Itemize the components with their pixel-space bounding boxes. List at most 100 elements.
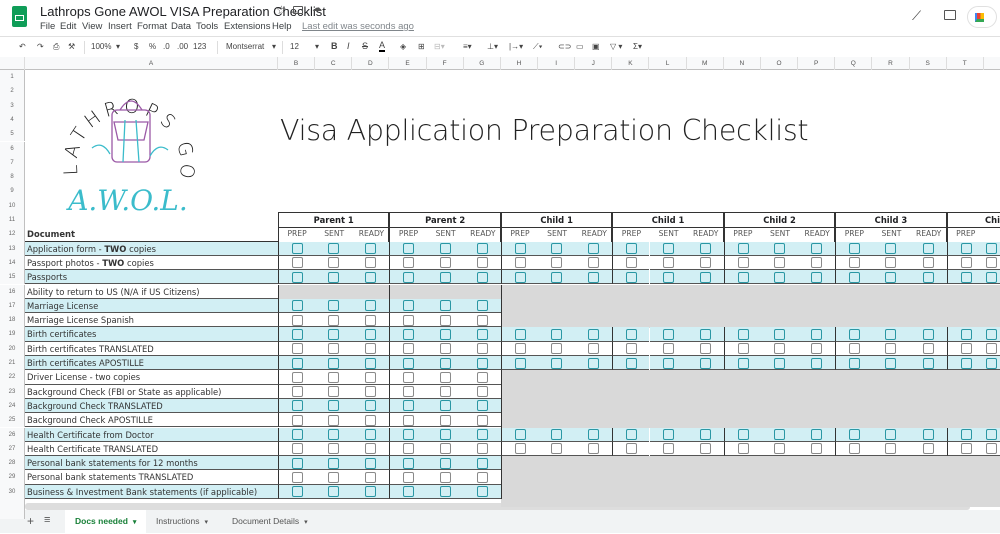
row-header[interactable]: 1 bbox=[0, 70, 25, 85]
checkbox[interactable] bbox=[439, 300, 451, 312]
checkbox[interactable] bbox=[551, 328, 563, 340]
fill-color-icon[interactable]: ◈ bbox=[400, 42, 406, 51]
checkbox[interactable] bbox=[849, 257, 861, 269]
checkbox[interactable] bbox=[551, 443, 563, 455]
checkbox[interactable] bbox=[986, 328, 998, 340]
move-folder-icon[interactable] bbox=[293, 6, 303, 14]
italic-button[interactable]: I bbox=[347, 41, 350, 51]
checkbox[interactable] bbox=[328, 486, 340, 498]
checkbox[interactable] bbox=[986, 429, 998, 440]
checkbox[interactable] bbox=[292, 271, 303, 283]
checkbox[interactable] bbox=[551, 257, 563, 269]
checkbox[interactable] bbox=[476, 429, 488, 440]
column-header-S[interactable]: S bbox=[910, 57, 947, 70]
checkbox[interactable] bbox=[476, 371, 488, 383]
row-header[interactable]: 15 bbox=[0, 270, 25, 285]
checkbox[interactable] bbox=[986, 343, 998, 355]
column-header-C[interactable]: C bbox=[315, 57, 353, 70]
checkbox[interactable] bbox=[365, 443, 377, 455]
checkbox[interactable] bbox=[476, 386, 488, 398]
insert-comment-icon[interactable]: ▭ bbox=[576, 42, 584, 51]
print-icon[interactable]: ⎙ bbox=[53, 42, 59, 52]
checkbox[interactable] bbox=[922, 243, 934, 255]
checkbox[interactable] bbox=[588, 443, 600, 455]
row-header[interactable]: 28 bbox=[0, 456, 25, 471]
currency-button[interactable]: $ bbox=[134, 42, 138, 51]
checkbox[interactable] bbox=[439, 486, 451, 498]
row-header[interactable]: 24 bbox=[0, 398, 25, 414]
last-edit-link[interactable]: Last edit was seconds ago bbox=[302, 21, 414, 32]
checkbox[interactable] bbox=[514, 429, 526, 440]
checkbox[interactable] bbox=[439, 471, 451, 483]
zoom-dropdown-icon[interactable]: ▾ bbox=[116, 42, 120, 51]
checkbox[interactable] bbox=[737, 443, 749, 455]
checkbox[interactable] bbox=[439, 343, 451, 355]
checkbox[interactable] bbox=[439, 328, 451, 340]
checkbox[interactable] bbox=[849, 443, 861, 455]
font-size-select[interactable]: 12 bbox=[290, 42, 299, 51]
document-cell[interactable]: Business & Investment Bank statements (i… bbox=[25, 484, 278, 499]
menu-tools[interactable]: Tools bbox=[196, 21, 218, 32]
checkbox[interactable] bbox=[922, 429, 934, 440]
row-header[interactable]: 20 bbox=[0, 341, 25, 356]
bold-button[interactable]: B bbox=[331, 41, 338, 51]
document-cell[interactable]: Birth certificates bbox=[25, 327, 278, 342]
checkbox[interactable] bbox=[403, 243, 415, 255]
filter-icon[interactable]: ▽ ▾ bbox=[610, 42, 622, 51]
checkbox[interactable] bbox=[662, 343, 674, 355]
checkbox[interactable] bbox=[328, 357, 340, 369]
checkbox[interactable] bbox=[328, 471, 340, 483]
row-header[interactable]: 3 bbox=[0, 98, 25, 113]
checkbox[interactable] bbox=[292, 243, 303, 255]
checkbox[interactable] bbox=[365, 271, 377, 283]
functions-icon[interactable]: Σ▾ bbox=[633, 42, 642, 51]
checkbox[interactable] bbox=[885, 429, 897, 440]
insert-chart-icon[interactable]: ▣ bbox=[592, 42, 600, 51]
activity-trend-icon[interactable]: ⟋ bbox=[912, 8, 921, 24]
checkbox[interactable] bbox=[588, 328, 600, 340]
column-header-P[interactable]: P bbox=[798, 57, 836, 70]
checkbox[interactable] bbox=[439, 257, 451, 269]
checkbox[interactable] bbox=[328, 243, 340, 255]
star-icon[interactable]: ☆ bbox=[276, 3, 287, 17]
checkbox[interactable] bbox=[328, 371, 340, 383]
checkbox[interactable] bbox=[626, 243, 638, 255]
row-header[interactable]: 22 bbox=[0, 370, 25, 385]
checkbox[interactable] bbox=[551, 429, 563, 440]
percent-button[interactable]: % bbox=[149, 42, 156, 51]
checkbox[interactable] bbox=[328, 386, 340, 398]
checkbox[interactable] bbox=[476, 314, 488, 326]
checkbox[interactable] bbox=[773, 343, 785, 355]
increase-decimal-button[interactable]: .00 bbox=[177, 42, 188, 51]
checkbox[interactable] bbox=[292, 314, 303, 326]
checkbox[interactable] bbox=[365, 486, 377, 498]
checkbox[interactable] bbox=[328, 443, 340, 455]
menu-extensions[interactable]: Extensions bbox=[224, 21, 270, 32]
checkbox[interactable] bbox=[626, 357, 638, 369]
checkbox[interactable] bbox=[811, 343, 823, 355]
horizontal-align-icon[interactable]: ≡▾ bbox=[463, 42, 472, 51]
checkbox[interactable] bbox=[773, 357, 785, 369]
document-cell[interactable]: Background Check (FBI or State as applic… bbox=[25, 384, 278, 399]
menu-view[interactable]: View bbox=[82, 21, 102, 32]
document-cell[interactable]: Health Certificate TRANSLATED bbox=[25, 441, 278, 457]
checkbox[interactable] bbox=[403, 271, 415, 283]
checkbox[interactable] bbox=[986, 257, 998, 269]
column-header-I[interactable]: I bbox=[538, 57, 576, 70]
redo-icon[interactable]: ↷ bbox=[37, 42, 44, 51]
column-header-L[interactable]: L bbox=[650, 57, 687, 70]
checkbox[interactable] bbox=[365, 386, 377, 398]
checkbox[interactable] bbox=[292, 486, 303, 498]
checkbox[interactable] bbox=[588, 243, 600, 255]
checkbox[interactable] bbox=[588, 429, 600, 440]
checkbox[interactable] bbox=[403, 328, 415, 340]
checkbox[interactable] bbox=[986, 443, 998, 455]
checkbox[interactable] bbox=[514, 328, 526, 340]
checkbox[interactable] bbox=[476, 357, 488, 369]
checkbox[interactable] bbox=[365, 300, 377, 312]
checkbox[interactable] bbox=[476, 457, 488, 469]
checkbox[interactable] bbox=[476, 328, 488, 340]
chevron-down-icon[interactable]: ▾ bbox=[204, 519, 208, 526]
borders-icon[interactable]: ⊞ bbox=[418, 42, 425, 51]
checkbox[interactable] bbox=[737, 271, 749, 283]
